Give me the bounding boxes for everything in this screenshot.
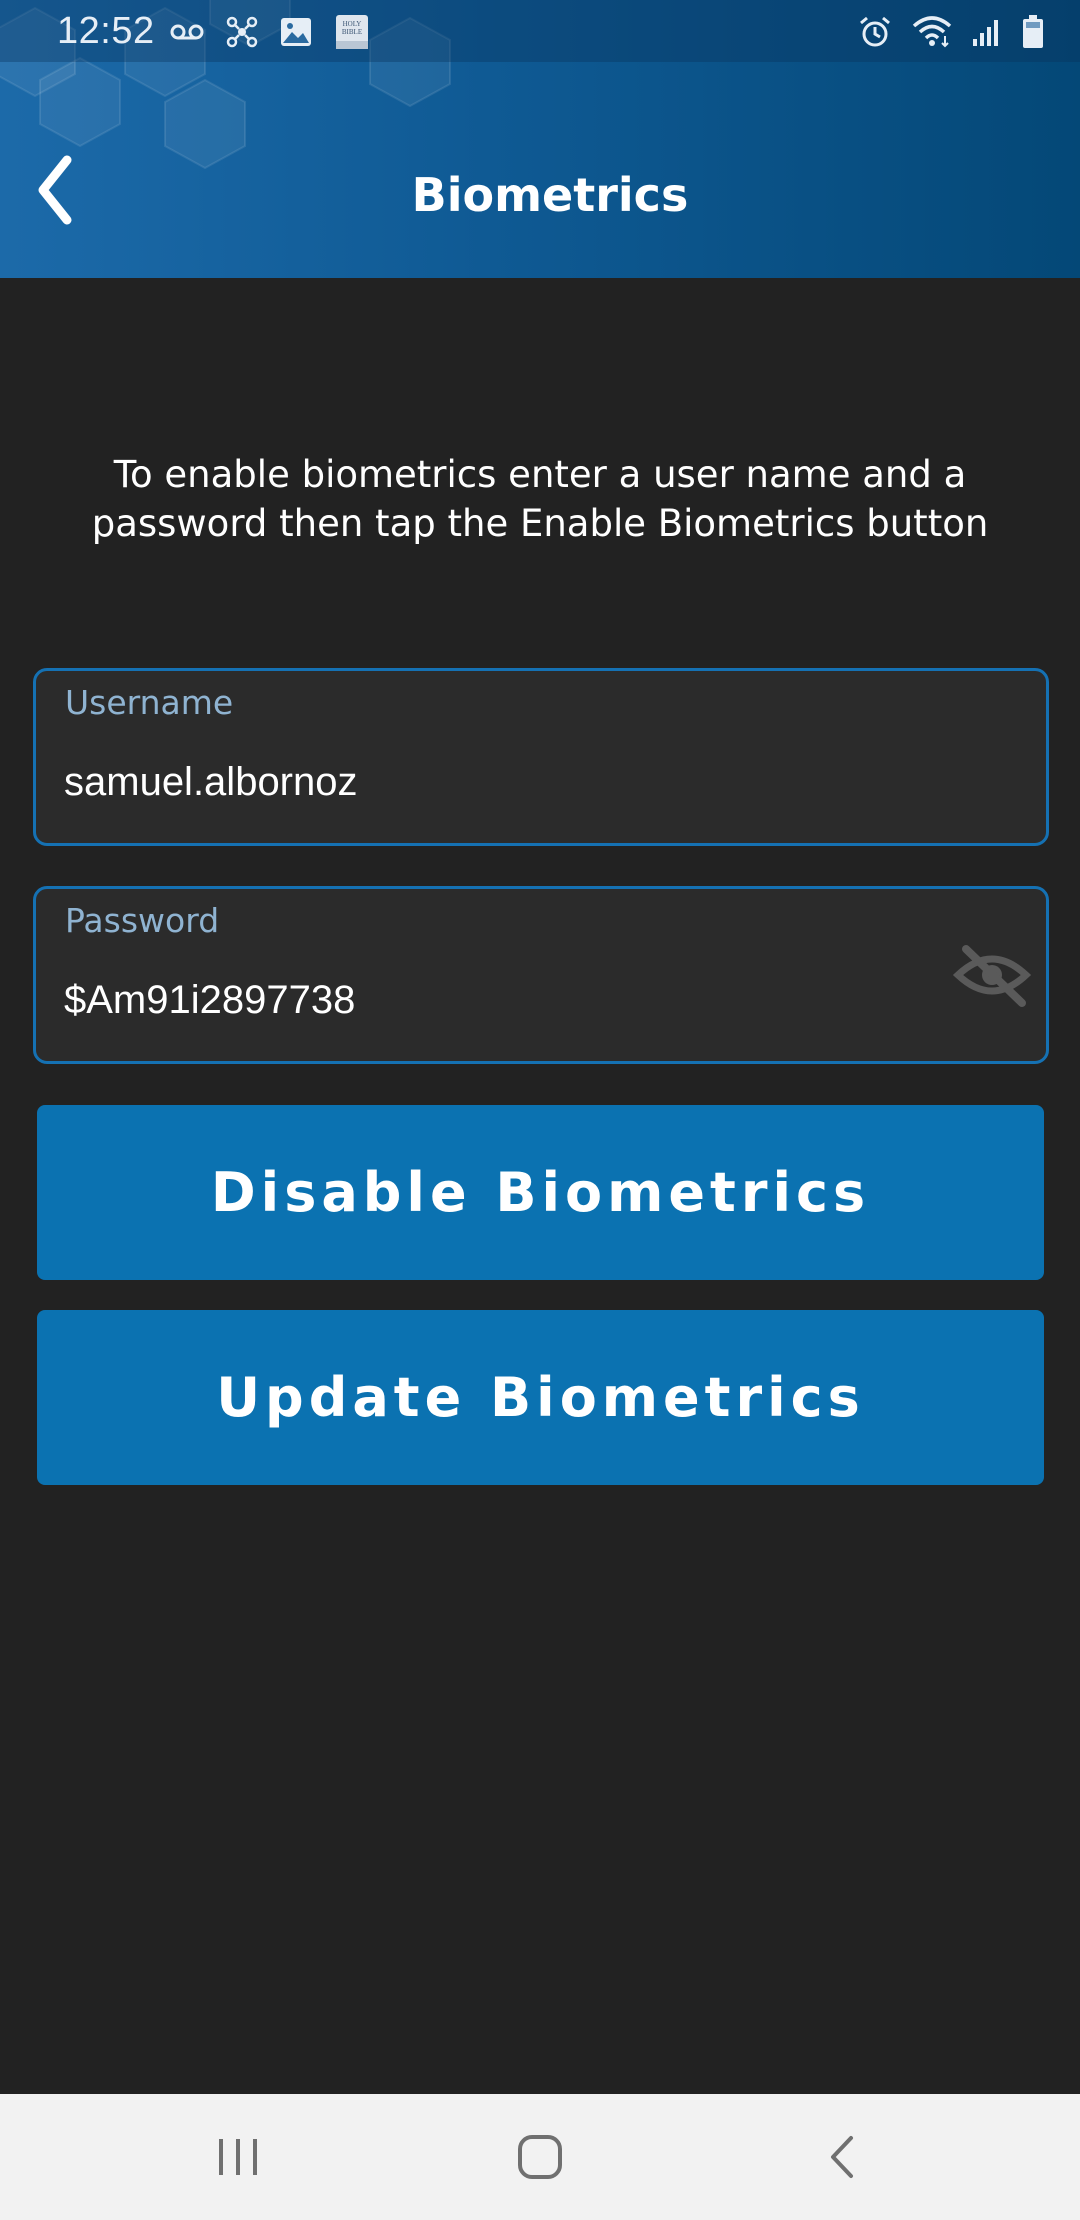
disable-biometrics-button[interactable]: Disable Biometrics (37, 1105, 1044, 1280)
back-icon (831, 2136, 853, 2178)
eye-off-icon (952, 945, 1032, 1007)
status-time: 12:52 (57, 10, 155, 52)
bible-app-icon: HOLY BIBLE (334, 13, 370, 51)
home-button[interactable] (480, 2118, 600, 2196)
username-label: Username (65, 683, 234, 722)
voicemail-icon (170, 22, 204, 42)
instructions-text: To enable biometrics enter a user name a… (91, 453, 989, 545)
page-title: Biometrics (411, 168, 689, 222)
system-nav-bar (0, 2094, 1080, 2220)
cell-signal-icon (972, 17, 1002, 47)
password-input[interactable] (64, 974, 924, 1026)
recent-apps-icon (219, 2139, 257, 2175)
status-icons-left: HOLY BIBLE (170, 12, 370, 52)
recent-apps-button[interactable] (178, 2118, 298, 2196)
username-field[interactable]: Username (33, 668, 1049, 846)
svg-text:HOLY: HOLY (343, 20, 362, 28)
alarm-icon (858, 15, 892, 49)
svg-text:BIBLE: BIBLE (342, 28, 362, 36)
app-header: 12:52 HOLY BIBLE Biometrics (0, 0, 1080, 278)
password-field[interactable]: Password (33, 886, 1049, 1064)
system-back-button[interactable] (782, 2118, 902, 2196)
status-bar: 12:52 HOLY BIBLE (0, 0, 1080, 62)
network-nodes-icon (226, 16, 258, 48)
update-biometrics-button[interactable]: Update Biometrics (37, 1310, 1044, 1485)
password-label: Password (65, 901, 220, 940)
username-input[interactable] (64, 756, 924, 808)
wifi-icon (912, 16, 952, 48)
home-icon (518, 2135, 562, 2179)
password-visibility-toggle[interactable] (950, 941, 1034, 1009)
status-icons-right (858, 12, 1044, 52)
biometrics-screen: 12:52 HOLY BIBLE Biometrics To enable bi… (0, 0, 1080, 2220)
battery-icon (1022, 15, 1044, 49)
gallery-icon (280, 17, 312, 47)
